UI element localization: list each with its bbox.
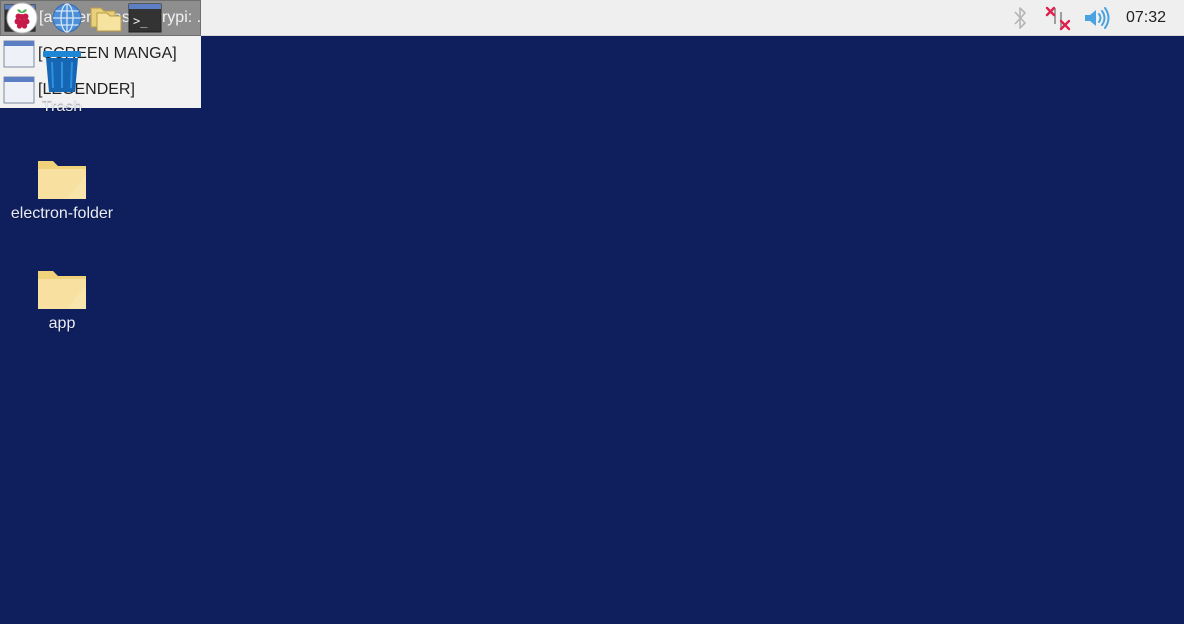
svg-text:>_: >_ (133, 14, 148, 28)
desktop-icon-label: electron-folder (10, 205, 114, 222)
bluetooth-button[interactable] (1006, 0, 1034, 35)
desktop-icon-app[interactable]: app (2, 267, 122, 333)
web-browser-icon (52, 2, 82, 33)
file-manager-button[interactable] (88, 0, 124, 35)
desktop-icon-trash[interactable]: Trash (2, 48, 122, 116)
file-manager-icon (90, 7, 122, 31)
trash-icon (43, 51, 81, 92)
desktop-icon-label: app (48, 315, 76, 332)
raspberry-menu-icon (6, 2, 38, 33)
bluetooth-icon (1014, 6, 1026, 29)
clock[interactable]: 07:32 (1118, 0, 1174, 36)
folder-icon (38, 271, 86, 309)
desktop-icon-electron-folder[interactable]: electron-folder (2, 157, 122, 223)
volume-icon (1085, 6, 1110, 29)
terminal-icon: >_ (128, 3, 162, 32)
desktop-icon-label: Trash (41, 98, 83, 115)
volume-button[interactable] (1081, 0, 1113, 35)
network-disconnected-icon (1045, 6, 1071, 30)
network-button[interactable] (1043, 0, 1073, 35)
terminal-launcher-button[interactable]: >_ (127, 0, 163, 35)
folder-icon (38, 161, 86, 199)
raspberry-menu-button[interactable] (4, 0, 40, 35)
web-browser-button[interactable] (49, 0, 85, 35)
taskbar: >_ >_ [avuser@raspberrypi: ... [SCREEN M… (0, 0, 1184, 108)
